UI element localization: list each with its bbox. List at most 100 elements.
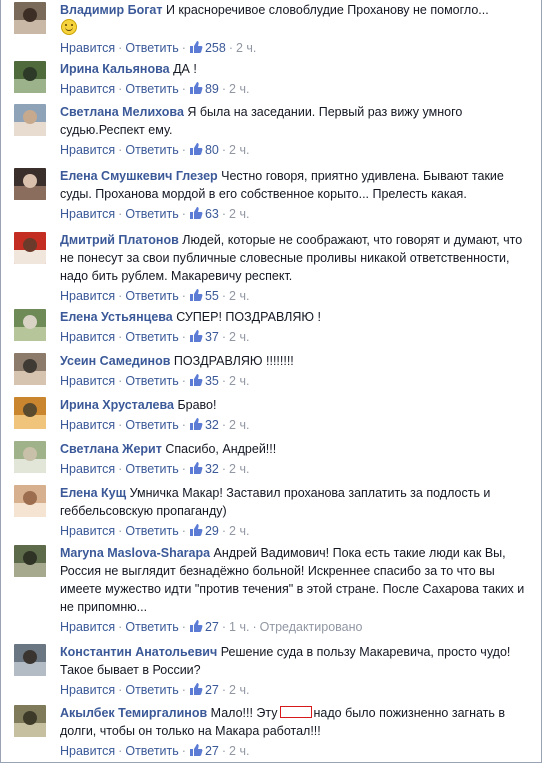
separator: · (118, 620, 123, 634)
reply-button[interactable]: Ответить (125, 418, 178, 432)
avatar[interactable] (14, 485, 46, 517)
reply-button[interactable]: Ответить (125, 207, 178, 221)
separator: · (118, 683, 123, 697)
avatar[interactable] (14, 397, 46, 429)
reply-button[interactable]: Ответить (125, 330, 178, 344)
like-count-value: 27 (204, 620, 219, 634)
like-button[interactable]: Нравится (60, 330, 115, 344)
like-button[interactable]: Нравится (60, 620, 115, 634)
reply-button[interactable]: Ответить (125, 683, 178, 697)
avatar[interactable] (14, 545, 46, 577)
reply-button[interactable]: Ответить (125, 620, 178, 634)
timestamp-link[interactable]: 2 ч. (229, 330, 249, 344)
like-button[interactable]: Нравится (60, 744, 115, 758)
like-button[interactable]: Нравится (60, 524, 115, 538)
like-button[interactable]: Нравится (60, 462, 115, 476)
reply-button[interactable]: Ответить (125, 374, 178, 388)
comment-author-link[interactable]: Светлана Мелихова (60, 105, 184, 119)
like-count[interactable]: 89 (189, 82, 219, 96)
reply-button[interactable]: Ответить (125, 143, 178, 157)
timestamp-link[interactable]: 2 ч. (229, 374, 249, 388)
comment-author-link[interactable]: Константин Анатольевич (60, 645, 217, 659)
like-count-value: 37 (204, 330, 219, 344)
timestamp-link[interactable]: 2 ч. (229, 524, 249, 538)
like-count[interactable]: 27 (189, 683, 219, 697)
avatar[interactable] (14, 2, 46, 34)
comment-author-link[interactable]: Усеин Самединов (60, 354, 170, 368)
comment-author-link[interactable]: Ирина Хрусталева (60, 398, 174, 412)
like-button[interactable]: Нравится (60, 82, 115, 96)
like-button[interactable]: Нравится (60, 418, 115, 432)
like-count[interactable]: 32 (189, 462, 219, 476)
reply-button[interactable]: Ответить (125, 289, 178, 303)
avatar[interactable] (14, 104, 46, 136)
edited-label[interactable]: Отредактировано (260, 620, 363, 634)
like-count-value: 32 (204, 462, 219, 476)
thumbs-up-icon (189, 418, 203, 430)
separator: · (181, 462, 186, 476)
separator: · (181, 374, 186, 388)
comment-author-link[interactable]: Ирина Кальянова (60, 62, 170, 76)
timestamp-link[interactable]: 2 ч. (229, 207, 249, 221)
avatar[interactable] (14, 353, 46, 385)
comment-author-link[interactable]: Maryna Maslova-Sharapa (60, 546, 210, 560)
comment-author-link[interactable]: Елена Устьянцева (60, 310, 173, 324)
thumbs-up-icon (189, 683, 203, 695)
timestamp-link[interactable]: 2 ч. (229, 683, 249, 697)
reply-button[interactable]: Ответить (125, 82, 178, 96)
like-button[interactable]: Нравится (60, 41, 115, 55)
comment-author-link[interactable]: Владимир Богат (60, 3, 162, 17)
separator: · (221, 683, 227, 697)
separator: · (118, 744, 123, 758)
like-count[interactable]: 258 (189, 41, 226, 55)
reply-button[interactable]: Ответить (125, 462, 178, 476)
separator: · (118, 462, 123, 476)
timestamp-link[interactable]: 2 ч. (229, 744, 249, 758)
like-button[interactable]: Нравится (60, 207, 115, 221)
like-button[interactable]: Нравится (60, 374, 115, 388)
reply-button[interactable]: Ответить (125, 41, 178, 55)
comment-author-link[interactable]: Акылбек Темиргалинов (60, 706, 207, 720)
like-count[interactable]: 29 (189, 524, 219, 538)
like-count[interactable]: 37 (189, 330, 219, 344)
timestamp-link[interactable]: 2 ч. (229, 289, 249, 303)
timestamp-link[interactable]: 2 ч. (229, 82, 249, 96)
comment-author-link[interactable]: Елена Кущ (60, 486, 126, 500)
avatar[interactable] (14, 441, 46, 473)
thumbs-up-icon (189, 462, 203, 474)
timestamp-link[interactable]: 2 ч. (229, 143, 249, 157)
timestamp-link[interactable]: 1 ч. (229, 620, 249, 634)
like-button[interactable]: Нравится (60, 143, 115, 157)
reply-button[interactable]: Ответить (125, 744, 178, 758)
avatar[interactable] (14, 705, 46, 737)
like-count[interactable]: 63 (189, 207, 219, 221)
avatar[interactable] (14, 61, 46, 93)
like-count[interactable]: 27 (189, 620, 219, 634)
avatar[interactable] (14, 644, 46, 676)
timestamp-link[interactable]: 2 ч. (229, 418, 249, 432)
comment-author-link[interactable]: Дмитрий Платонов (60, 233, 179, 247)
comment-actions: Нравится · Ответить · 32 · 2 ч. (60, 416, 531, 434)
timestamp-link[interactable]: 2 ч. (236, 41, 256, 55)
comment-author-link[interactable]: Елена Смушкевич Глезер (60, 169, 218, 183)
like-count[interactable]: 80 (189, 143, 219, 157)
like-count[interactable]: 27 (189, 744, 219, 758)
comment-content: Владимир Богат И красноречивое словоблуд… (60, 1, 531, 37)
separator: · (118, 143, 123, 157)
separator: · (181, 418, 186, 432)
separator: · (118, 289, 123, 303)
like-count[interactable]: 35 (189, 374, 219, 388)
reply-button[interactable]: Ответить (125, 524, 178, 538)
like-button[interactable]: Нравится (60, 289, 115, 303)
avatar[interactable] (14, 309, 46, 341)
avatar[interactable] (14, 232, 46, 264)
avatar[interactable] (14, 168, 46, 200)
comment-author-link[interactable]: Светлана Жерит (60, 442, 162, 456)
like-button[interactable]: Нравится (60, 683, 115, 697)
separator: · (181, 683, 186, 697)
like-count[interactable]: 32 (189, 418, 219, 432)
like-count[interactable]: 55 (189, 289, 219, 303)
timestamp-link[interactable]: 2 ч. (229, 462, 249, 476)
comment-actions: Нравится · Ответить · 27 · 1 ч. · Отредактирован… (60, 618, 531, 636)
like-count-value: 80 (204, 143, 219, 157)
